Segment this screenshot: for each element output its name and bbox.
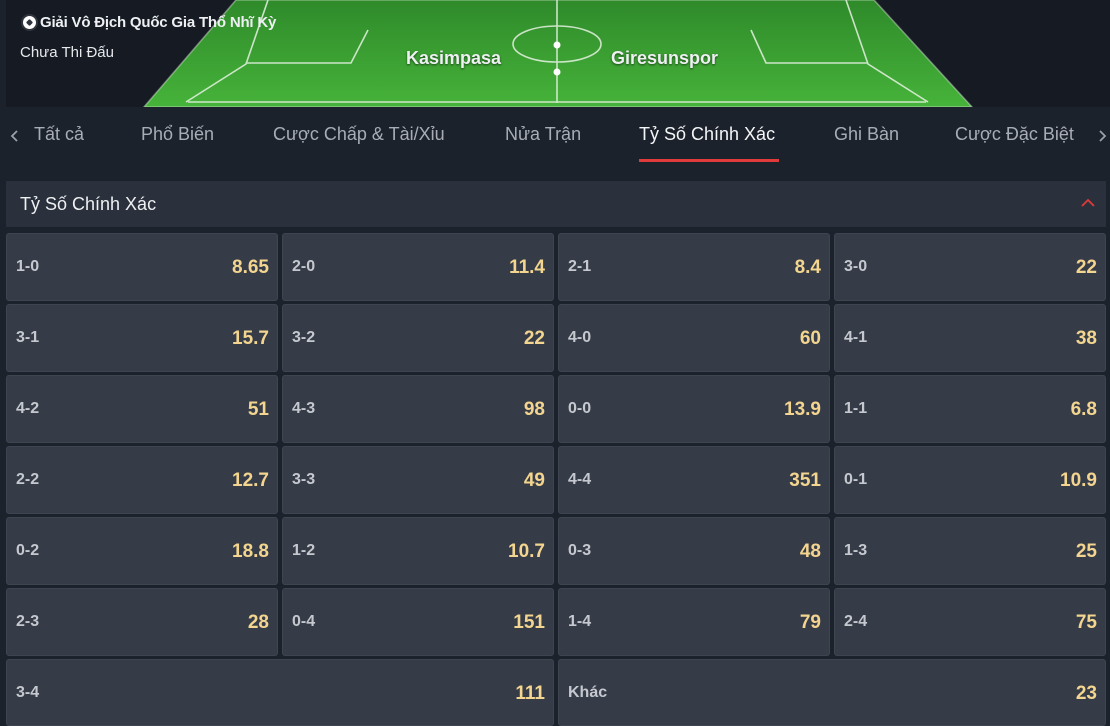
section-title: Tỷ Số Chính Xác [20,194,157,214]
odds-value: 18.8 [232,541,269,562]
match-header: Giải Vô Địch Quốc Gia Thổ Nhĩ Kỳ Chưa Th… [6,0,1110,107]
score-label: 4-4 [568,471,592,488]
score-label: 3-3 [292,471,316,488]
score-label: 4-2 [16,400,40,417]
odds-cell[interactable]: 0-4 151 [282,588,554,656]
odds-cell[interactable]: 1-1 6.8 [834,375,1106,443]
score-label: 0-0 [568,400,592,417]
score-label: 2-4 [844,613,868,630]
score-label: 4-0 [568,329,592,346]
odds-cell[interactable]: 4-1 38 [834,304,1106,372]
score-label: 3-0 [844,258,868,275]
score-label: 4-1 [844,329,868,346]
odds-value: 13.9 [784,399,821,420]
odds-value: 38 [1075,328,1097,349]
score-label: 4-3 [292,400,316,417]
odds-cell[interactable]: 0-1 10.9 [834,446,1106,514]
chevron-up-icon[interactable] [1080,195,1096,211]
score-label: 0-4 [292,613,316,630]
odds-cell[interactable]: 3-4 111 [6,659,554,726]
odds-value: 15.7 [232,328,269,349]
odds-cell[interactable]: 3-2 22 [282,304,554,372]
odds-cell[interactable]: Khác 23 [558,659,1106,726]
odds-value: 25 [1075,541,1097,562]
active-tab-indicator [639,159,779,162]
odds-cell[interactable]: 2-2 12.7 [6,446,278,514]
score-label: 3-2 [292,329,316,346]
tab-goalscorer[interactable]: Ghi Bàn [834,124,899,145]
tab-specials[interactable]: Cược Đặc Biệt [955,124,1074,145]
odds-value: 60 [799,328,821,349]
tab-correct-score[interactable]: Tỷ Số Chính Xác [639,124,775,145]
tab-popular[interactable]: Phổ Biến [141,124,214,145]
odds-cell[interactable]: 2-4 75 [834,588,1106,656]
score-label: 0-1 [844,471,868,488]
odds-cell[interactable]: 3-3 49 [282,446,554,514]
score-label: 2-1 [568,258,592,275]
odds-value: 23 [1075,683,1097,704]
odds-cell[interactable]: 1-0 8.65 [6,233,278,301]
score-label: 1-2 [292,542,316,559]
odds-value: 98 [523,399,545,420]
score-label: 3-4 [16,684,40,701]
odds-cell[interactable]: 1-3 25 [834,517,1106,585]
match-status: Chưa Thi Đấu [20,44,114,61]
score-label: 0-2 [16,542,40,559]
odds-cell[interactable]: 2-0 11.4 [282,233,554,301]
odds-cell[interactable]: 2-3 28 [6,588,278,656]
odds-value: 351 [789,470,821,491]
odds-cell[interactable]: 1-2 10.7 [282,517,554,585]
odds-value: 8.4 [794,257,821,278]
score-label: 0-3 [568,542,592,559]
league-name: Giải Vô Địch Quốc Gia Thổ Nhĩ Kỳ [40,14,277,31]
odds-cell[interactable]: 3-1 15.7 [6,304,278,372]
odds-value: 51 [247,399,269,420]
odds-value: 22 [523,328,545,349]
odds-cell[interactable]: 3-0 22 [834,233,1106,301]
odds-cell[interactable]: 0-3 48 [558,517,830,585]
tab-all[interactable]: Tất cả [34,124,84,145]
score-label: 1-4 [568,613,592,630]
odds-value: 79 [799,612,821,633]
score-label: 1-0 [16,258,40,275]
soccer-ball-icon [21,14,38,31]
home-team: Kasimpasa [406,48,502,68]
odds-cell[interactable]: 4-2 51 [6,375,278,443]
odds-cell[interactable]: 2-1 8.4 [558,233,830,301]
odds-value: 6.8 [1070,399,1097,420]
score-label: 1-1 [844,400,868,417]
odds-value: 12.7 [232,470,269,491]
odds-value: 10.9 [1060,470,1097,491]
odds-value: 10.7 [508,541,545,562]
score-label: 1-3 [844,542,868,559]
odds-cell[interactable]: 4-0 60 [558,304,830,372]
odds-cell[interactable]: 0-2 18.8 [6,517,278,585]
score-label: 2-2 [16,471,40,488]
odds-cell[interactable]: 4-4 351 [558,446,830,514]
odds-cell[interactable]: 0-0 13.9 [558,375,830,443]
score-label: 2-0 [292,258,316,275]
tab-handicap-over-under[interactable]: Cược Chấp & Tài/Xỉu [273,124,445,145]
tab-half-time[interactable]: Nửa Trận [505,124,581,145]
odds-value: 22 [1075,257,1097,278]
score-label: 2-3 [16,613,40,630]
odds-value: 111 [515,683,545,704]
odds-value: 75 [1075,612,1097,633]
odds-cell[interactable]: 1-4 79 [558,588,830,656]
odds-value: 151 [513,612,545,633]
away-team: Giresunspor [611,48,719,68]
market-tabs: Tất cả Phổ Biến Cược Chấp & Tài/Xỉu Nửa … [0,107,1110,164]
odds-value: 8.65 [232,257,269,278]
odds-value: 11.4 [509,257,545,278]
odds-value: 49 [523,470,545,491]
score-label: 3-1 [16,329,40,346]
chevron-left-icon[interactable] [8,129,20,143]
chevron-right-icon[interactable] [1097,129,1109,143]
odds-value: 48 [799,541,821,562]
odds-cell[interactable]: 4-3 98 [282,375,554,443]
correct-score-section-header[interactable]: Tỷ Số Chính Xác [6,181,1106,227]
league-title: Giải Vô Địch Quốc Gia Thổ Nhĩ Kỳ [21,14,276,31]
odds-value: 28 [247,612,269,633]
score-label: Khác [568,684,608,701]
